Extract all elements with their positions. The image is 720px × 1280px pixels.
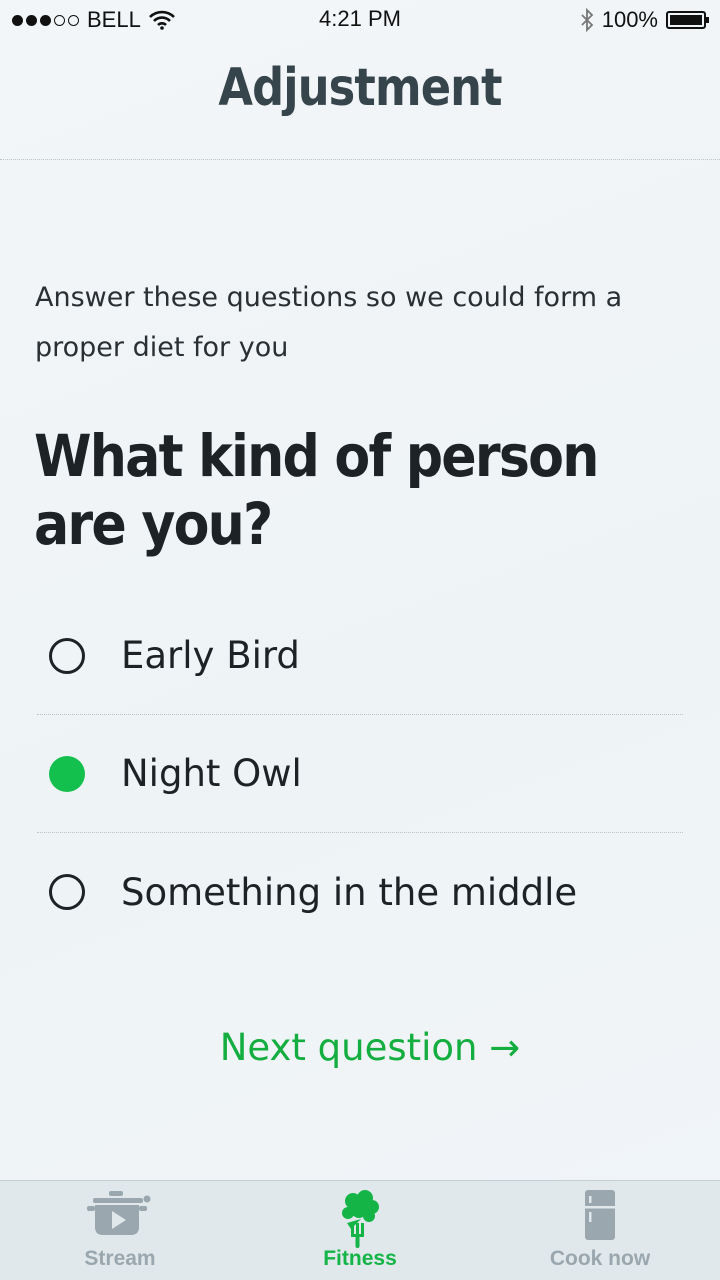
radio-button[interactable] <box>49 637 85 674</box>
bluetooth-icon <box>581 8 593 32</box>
broccoli-fork-icon <box>342 1190 379 1248</box>
tab-fitness[interactable]: Fitness <box>240 1181 480 1280</box>
option-something-in-the-middle[interactable]: Something in the middle <box>37 833 683 951</box>
tab-stream[interactable]: Stream <box>0 1181 240 1280</box>
battery-fill <box>670 15 702 25</box>
tab-bar: Stream Fitness Cook now <box>0 1180 720 1280</box>
tab-cook-now[interactable]: Cook now <box>480 1181 720 1280</box>
option-early-bird[interactable]: Early Bird <box>37 597 683 715</box>
option-label: Night Owl <box>121 752 302 795</box>
page-title: Adjustment <box>218 58 502 118</box>
battery-icon <box>666 11 709 29</box>
pot-play-icon <box>87 1191 151 1235</box>
option-label: Early Bird <box>121 634 300 677</box>
radio-button[interactable] <box>49 874 85 910</box>
battery-percent: 100% <box>601 7 658 32</box>
intro-text: Answer these questions so we could form … <box>35 282 623 363</box>
question-heading: What kind of person are you? <box>34 422 599 558</box>
header-divider <box>0 159 720 160</box>
option-night-owl[interactable]: Night Owl <box>37 715 683 833</box>
status-right: 100% <box>580 7 709 33</box>
option-label: Something in the middle <box>121 870 578 914</box>
tab-label: Cook now <box>549 1247 651 1270</box>
tab-label: Fitness <box>323 1247 397 1270</box>
status-bar: BELL 4:21 PM 100% <box>0 0 720 40</box>
next-question-button[interactable]: Next question → <box>0 1026 720 1069</box>
tab-label: Stream <box>84 1247 156 1270</box>
radio-button[interactable] <box>49 755 85 792</box>
answer-options: Early Bird Night Owl Something in the mi… <box>37 597 683 951</box>
fridge-icon <box>585 1190 615 1240</box>
